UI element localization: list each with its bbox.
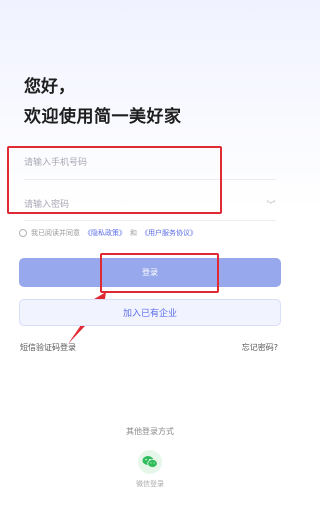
agreement-prefix: 我已阅读并同意 (31, 229, 80, 237)
sms-login-link[interactable]: 短信验证码登录 (20, 342, 76, 353)
annotation-box-inputs (7, 146, 222, 214)
greeting-title: 您好， (24, 77, 75, 97)
password-divider (24, 220, 276, 221)
privacy-policy-link[interactable]: 《隐私政策》 (84, 228, 126, 238)
annotation-box-login (100, 253, 219, 293)
forgot-password-link[interactable]: 忘记密码? (242, 342, 278, 353)
wechat-login-label: 微信登录 (136, 480, 164, 488)
agreement-radio[interactable] (19, 229, 27, 237)
agreement-row: 我已阅读并同意 《隐私政策》 和 《用户服务协议》 (19, 228, 197, 238)
other-login-title: 其他登录方式 (126, 427, 174, 436)
password-visibility-icon[interactable] (266, 199, 276, 207)
user-agreement-link[interactable]: 《用户服务协议》 (141, 228, 197, 238)
welcome-title: 欢迎使用简一美好家 (24, 107, 182, 127)
wechat-icon[interactable] (138, 450, 162, 474)
join-company-button[interactable]: 加入已有企业 (19, 299, 281, 326)
agreement-and: 和 (130, 229, 137, 237)
